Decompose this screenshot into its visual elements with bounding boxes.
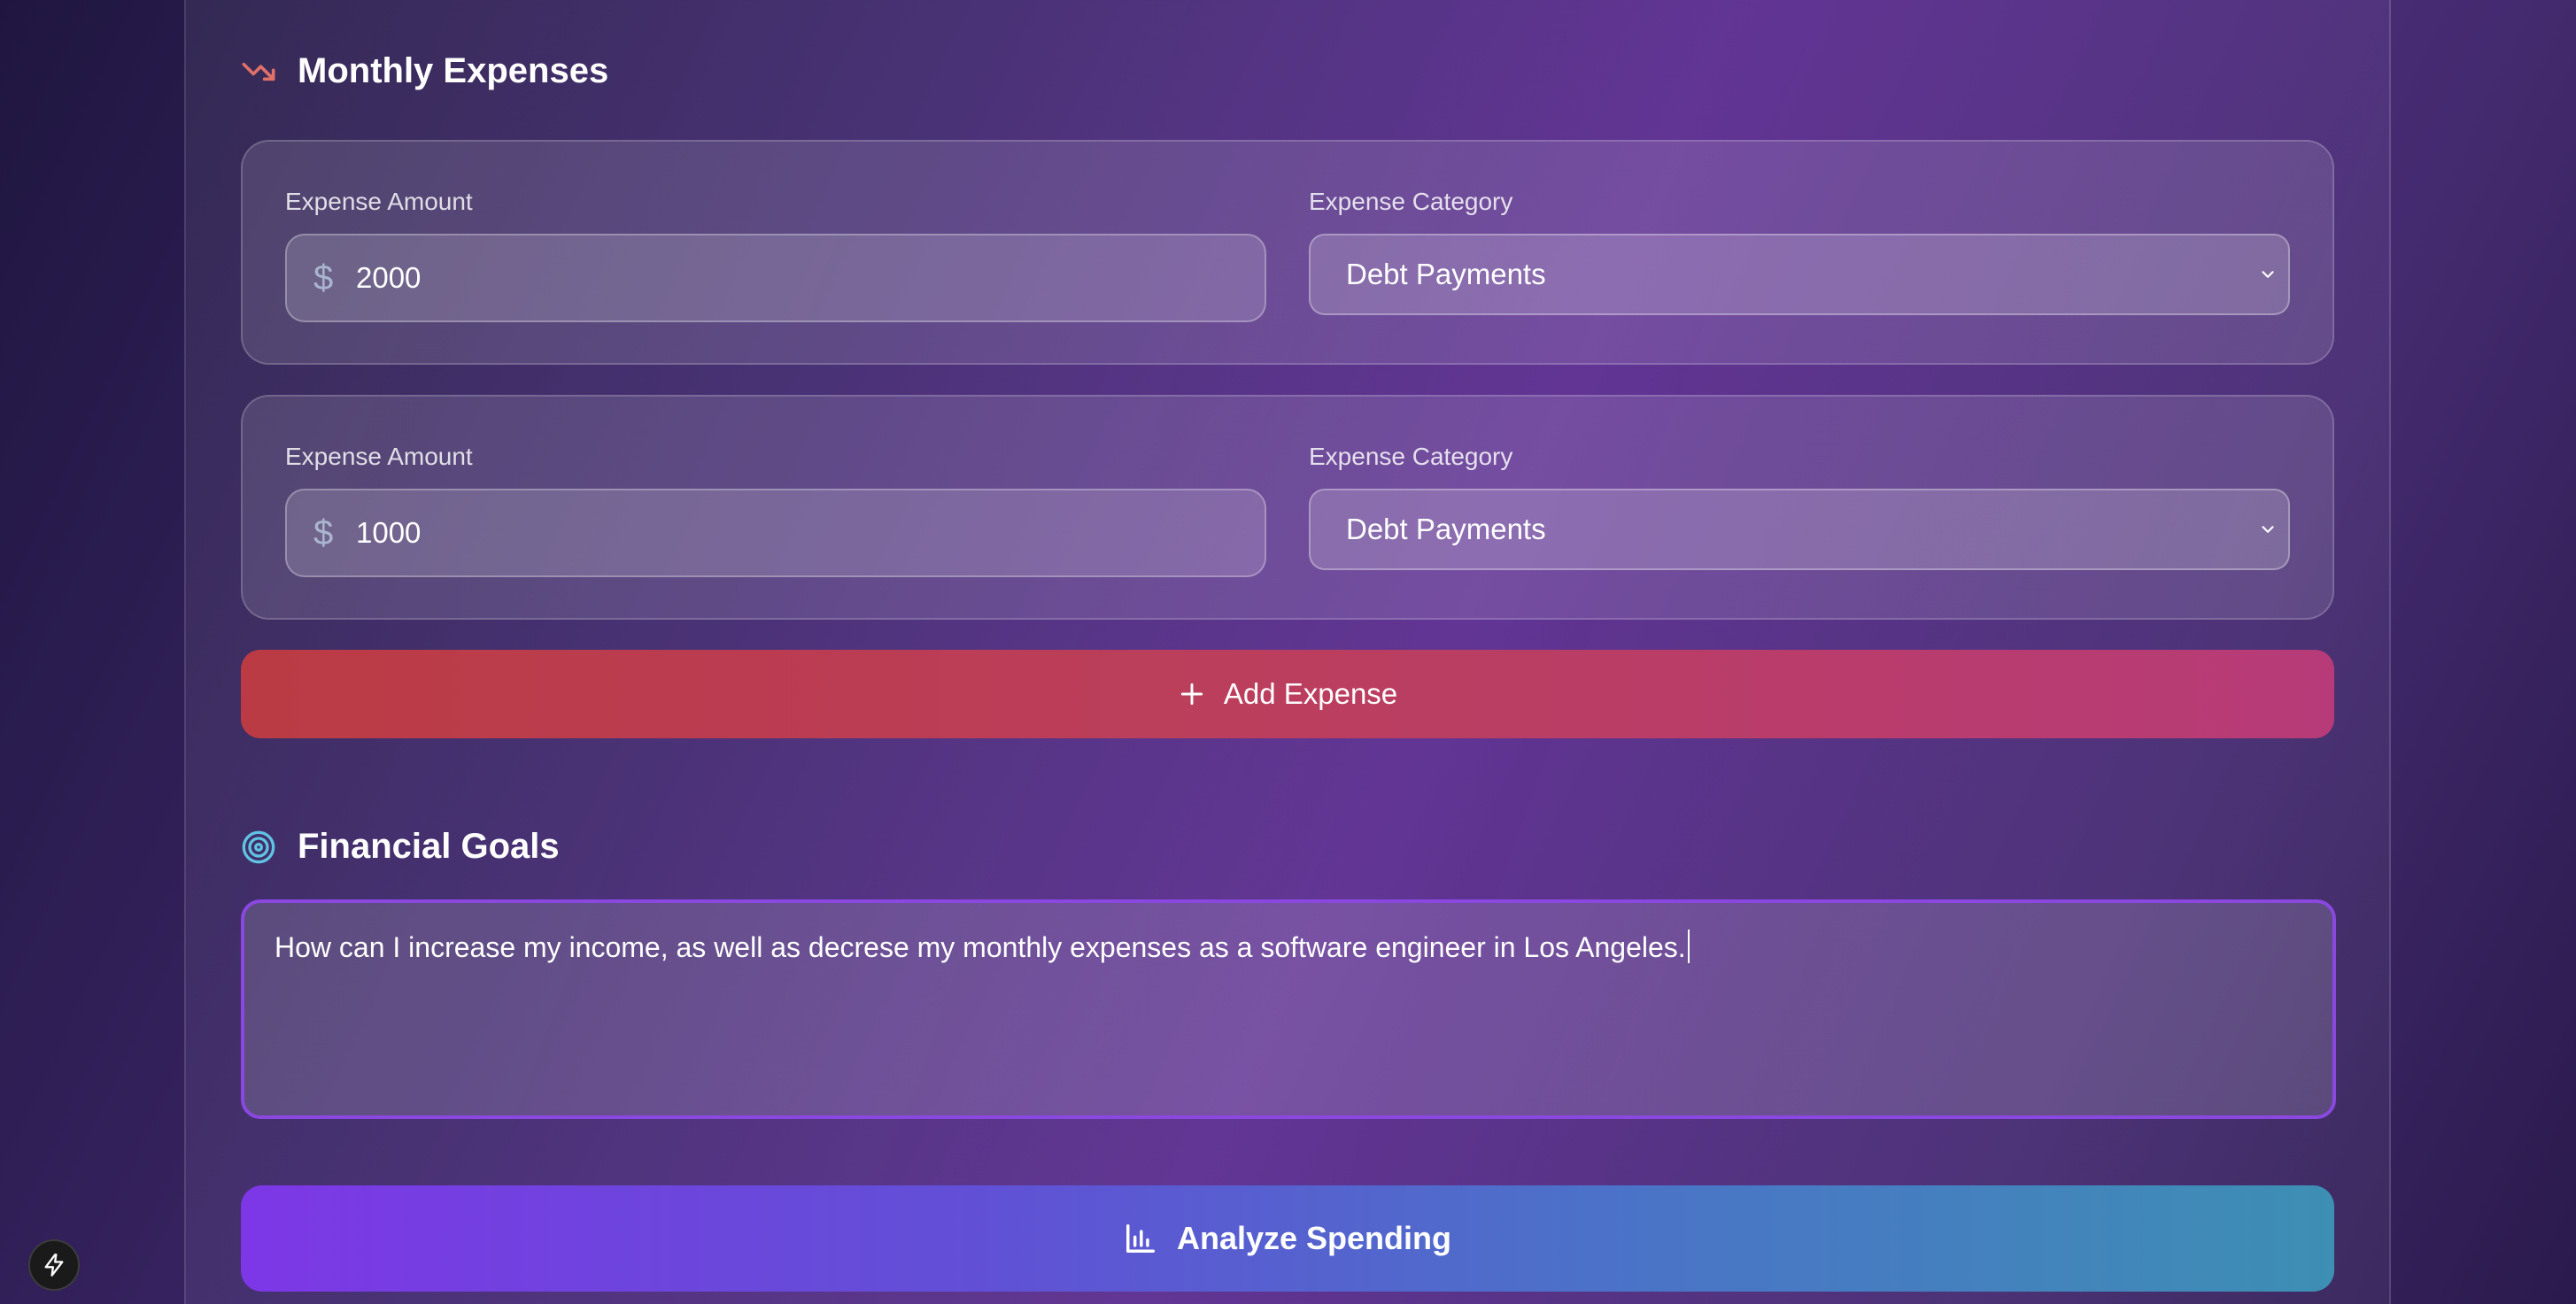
bar-chart-icon: [1124, 1222, 1157, 1255]
financial-goals-title: Financial Goals: [298, 827, 560, 866]
target-icon: [241, 829, 276, 865]
financial-goals-header: Financial Goals: [241, 827, 560, 867]
add-expense-button[interactable]: Add Expense: [241, 650, 2334, 738]
expense-amount-label: Expense Amount: [285, 188, 473, 215]
financial-goals-textarea[interactable]: How can I increase my income, as well as…: [241, 899, 2336, 1119]
expense-entry-card: Expense Amount $ 2000 Expense Category D…: [241, 140, 2334, 365]
dollar-icon: $: [313, 258, 334, 297]
lightning-icon: [42, 1253, 66, 1277]
analyze-spending-button[interactable]: Analyze Spending: [241, 1185, 2334, 1292]
dollar-icon: $: [313, 513, 334, 552]
plus-icon: [1178, 680, 1206, 708]
expense-amount-input[interactable]: $ 1000: [285, 489, 1266, 577]
expense-category-value: Debt Payments: [1346, 513, 1546, 545]
expense-category-label: Expense Category: [1309, 443, 1513, 470]
financial-goals-text: How can I increase my income, as well as…: [275, 931, 1686, 963]
add-expense-label: Add Expense: [1223, 677, 1398, 710]
analyze-spending-label: Analyze Spending: [1176, 1220, 1452, 1256]
trending-down-icon: [241, 54, 276, 89]
text-cursor: [1687, 930, 1690, 963]
expense-entry-card: Expense Amount $ 1000 Expense Category D…: [241, 395, 2334, 620]
monthly-expenses-title: Monthly Expenses: [298, 51, 609, 90]
expense-amount-value: 1000: [356, 516, 422, 549]
expense-amount-label: Expense Amount: [285, 443, 473, 470]
expense-category-select[interactable]: Debt Payments: [1309, 234, 2290, 315]
monthly-expenses-header: Monthly Expenses: [241, 51, 608, 91]
lightning-bolt-button[interactable]: [28, 1239, 80, 1291]
chevron-down-icon: [2258, 520, 2278, 539]
expense-amount-value: 2000: [356, 261, 422, 294]
expense-category-select[interactable]: Debt Payments: [1309, 489, 2290, 570]
expense-category-label: Expense Category: [1309, 188, 1513, 215]
chevron-down-icon: [2258, 265, 2278, 284]
expense-amount-input[interactable]: $ 2000: [285, 234, 1266, 322]
expense-category-value: Debt Payments: [1346, 258, 1546, 290]
